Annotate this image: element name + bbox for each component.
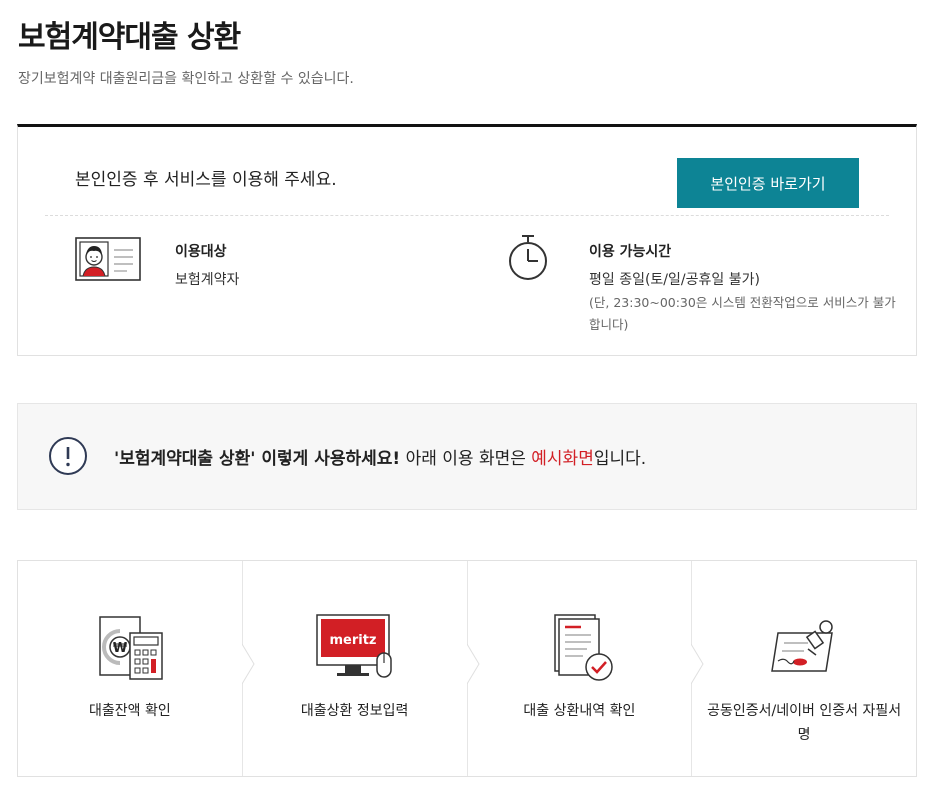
won-symbol: ₩ bbox=[113, 641, 128, 656]
target-label: 이용대상 bbox=[175, 244, 227, 260]
notice-highlight: 예시화면 bbox=[531, 449, 594, 469]
auth-message: 본인인증 후 서비스를 이용해 주세요. bbox=[75, 170, 337, 190]
step-item: meritz 대출상환 정보입력 bbox=[243, 561, 480, 776]
screen-logo-text: meritz bbox=[329, 633, 376, 648]
notice-text-after: 입니다. bbox=[593, 449, 647, 469]
target-value: 보험계약자 bbox=[175, 272, 240, 288]
step-item: 대출 상환내역 확인 bbox=[468, 561, 704, 776]
auth-button[interactable]: 본인인증 바로가기 bbox=[677, 158, 859, 208]
notice-text-before: 아래 이용 화면은 bbox=[400, 449, 532, 469]
notice-bold-text: '보험계약대출 상환' 이렇게 사용하세요! bbox=[114, 449, 401, 469]
hours-label: 이용 가능시간 bbox=[589, 244, 672, 260]
clock-icon bbox=[509, 235, 547, 280]
step-item: ₩ 대출잔액 확인 bbox=[18, 561, 255, 776]
calculator-icon: ₩ bbox=[99, 616, 163, 680]
hours-note: (단, 23:30~00:30은 시스템 전환작업으로 서비스가 불가합니다) bbox=[589, 295, 896, 332]
exclamation-icon bbox=[49, 437, 87, 475]
id-card-icon bbox=[75, 237, 141, 281]
dashed-divider bbox=[45, 215, 889, 216]
document-check-icon bbox=[554, 614, 614, 681]
monitor-mouse-icon: meritz bbox=[315, 614, 392, 678]
step-item: 공동인증서/네이버 인증서 자필서명 bbox=[692, 561, 916, 776]
auth-panel: 본인인증 후 서비스를 이용해 주세요. 본인인증 바로가기 이용대상 보험계약… bbox=[17, 124, 917, 356]
usage-notice: '보험계약대출 상환' 이렇게 사용하세요! 아래 이용 화면은 예시화면입니다… bbox=[17, 403, 917, 510]
page-title: 보험계약대출 상환 bbox=[18, 20, 241, 55]
step-label: 대출상환 정보입력 bbox=[300, 703, 409, 719]
hours-value: 평일 종일(토/일/공휴일 불가) bbox=[589, 272, 760, 288]
step-label: 대출 상환내역 확인 bbox=[523, 703, 636, 719]
notice-text: '보험계약대출 상환' 이렇게 사용하세요! 아래 이용 화면은 예시화면입니다… bbox=[114, 444, 646, 469]
signature-stamp-icon bbox=[771, 620, 834, 672]
page-description: 장기보험계약 대출원리금을 확인하고 상환할 수 있습니다. bbox=[18, 71, 354, 87]
usage-steps: ₩ 대출잔액 확인 meritz 대출상환 정보입력 대출 상환내역 확인 공동… bbox=[17, 560, 917, 777]
step-label: 대출잔액 확인 bbox=[89, 703, 171, 719]
step-label: 공동인증서/네이버 인증서 자필서명 bbox=[707, 703, 902, 743]
